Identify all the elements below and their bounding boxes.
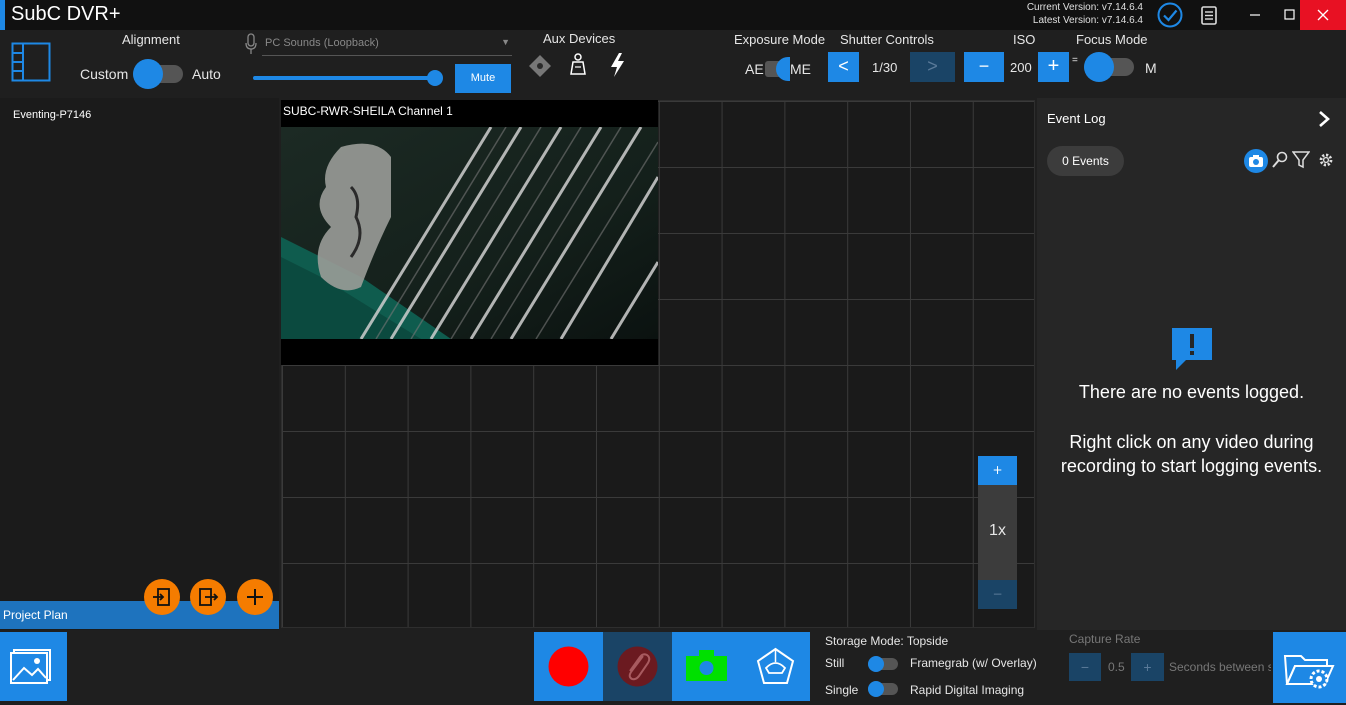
shutter-next-button[interactable]: > <box>910 52 955 82</box>
project-list-item[interactable]: Eventing-P7146 <box>13 109 91 121</box>
capture-rate-minus-button[interactable]: − <box>1069 653 1101 681</box>
event-count-text: 0 Events <box>1062 154 1109 168</box>
alignment-custom-label: Custom <box>80 66 129 82</box>
lamp-icon[interactable] <box>569 52 587 83</box>
app-title: SubC DVR+ <box>11 3 121 25</box>
check-circle-icon[interactable] <box>1157 2 1183 28</box>
capture-rate-value: 0.5 <box>1108 660 1125 674</box>
exposure-me-label: ME <box>790 61 811 77</box>
filter-icon[interactable] <box>1291 150 1311 175</box>
event-log-title: Event Log <box>1047 111 1106 126</box>
camera-filter-icon[interactable] <box>1244 149 1268 173</box>
focus-manual-label: M <box>1145 60 1157 76</box>
storage-settings-button[interactable] <box>1273 632 1346 703</box>
search-icon[interactable] <box>1271 150 1289 175</box>
alignment-label: Alignment <box>122 32 180 47</box>
record-button[interactable] <box>534 632 603 701</box>
alignment-toggle[interactable] <box>133 59 183 89</box>
focus-mode-label: Focus Mode <box>1076 32 1148 47</box>
single-mode-toggle[interactable] <box>868 681 898 697</box>
snapshot-button[interactable] <box>672 632 741 701</box>
microphone-icon <box>244 33 258 60</box>
bottom-bar: Storage Mode: Topside Still Framegrab (w… <box>0 630 1346 705</box>
capture-rate-unit: Seconds between s <box>1169 660 1271 674</box>
empty-state-hint-line2: recording to start logging events. <box>1060 456 1323 476</box>
storage-mode-label: Storage Mode: Topside <box>825 634 949 648</box>
video-tile[interactable]: SUBC-RWR-SHEILA Channel 1 <box>281 100 658 365</box>
chevron-right-icon[interactable] <box>1316 109 1332 134</box>
paperclip-icon <box>617 646 658 687</box>
chevron-down-icon: ▼ <box>501 37 510 47</box>
folder-settings-icon <box>1283 655 1335 689</box>
audio-source-select[interactable]: PC Sounds (Loopback) ▼ <box>262 32 512 56</box>
audio-source-value: PC Sounds (Loopback) <box>265 37 379 49</box>
event-log-panel: Event Log 0 Events There are no events l… <box>1037 98 1346 630</box>
zoom-out-button[interactable]: − <box>978 580 1017 609</box>
latest-version: Latest Version: v7.14.6.4 <box>1032 15 1143 26</box>
attach-button[interactable] <box>603 632 672 701</box>
focus-auto-label: = <box>1072 55 1078 66</box>
shutter-value: 1/30 <box>872 60 898 75</box>
gallery-button[interactable] <box>0 632 67 701</box>
iso-plus-button[interactable]: + <box>1038 52 1069 82</box>
single-option: Rapid Digital Imaging <box>910 683 1025 697</box>
video-channel-title: SUBC-RWR-SHEILA Channel 1 <box>283 104 453 118</box>
still-mode-toggle[interactable] <box>868 656 898 672</box>
plus-icon <box>247 589 263 605</box>
book-icon[interactable] <box>1196 2 1222 28</box>
add-button[interactable] <box>237 579 273 615</box>
capture-rate-label: Capture Rate <box>1069 632 1141 646</box>
event-count-badge: 0 Events <box>1047 146 1124 176</box>
volume-slider[interactable] <box>253 70 444 86</box>
photogrammetry-button[interactable] <box>741 632 810 701</box>
iso-minus-button[interactable]: − <box>964 52 1004 82</box>
aux-devices-label: Aux Devices <box>543 31 616 46</box>
shutter-prev-button[interactable]: < <box>828 52 859 82</box>
volume-slider-thumb[interactable] <box>427 70 444 86</box>
photogrammetry-icon <box>756 647 795 684</box>
project-plan-label: Project Plan <box>3 608 68 622</box>
title-accent <box>0 0 5 30</box>
close-button[interactable] <box>1300 0 1346 30</box>
export-icon <box>199 588 219 606</box>
current-version: Current Version: v7.14.6.4 <box>1026 2 1143 13</box>
gallery-icon <box>10 649 51 684</box>
shutter-controls-label: Shutter Controls <box>840 32 934 47</box>
zoom-in-button[interactable]: + <box>978 456 1017 485</box>
video-feed[interactable] <box>281 127 658 339</box>
empty-state-title: There are no events logged. <box>1078 382 1305 402</box>
alignment-auto-label: Auto <box>192 66 221 82</box>
import-button[interactable] <box>144 579 180 615</box>
toolbar: Alignment Custom Auto PC Sounds (Loopbac… <box>0 30 1346 98</box>
project-panel: Eventing-P7146 <box>0 98 279 630</box>
layout-icon[interactable] <box>11 42 51 87</box>
focus-mode-toggle[interactable] <box>1084 52 1134 82</box>
empty-state-hint-line1: Right click on any video during <box>1069 432 1314 452</box>
mute-button[interactable]: Mute <box>455 64 511 93</box>
record-icon <box>548 646 589 687</box>
export-button[interactable] <box>190 579 226 615</box>
iso-label: ISO <box>1013 32 1036 47</box>
gear-icon[interactable] <box>1317 150 1335 175</box>
zoom-level: 1x <box>989 522 1006 539</box>
exposure-toggle[interactable] <box>765 57 790 81</box>
still-label: Still <box>825 656 845 670</box>
version-info: Current Version: v7.14.6.4 Latest Versio… <box>1027 1 1143 27</box>
pan-tilt-icon[interactable] <box>528 54 552 83</box>
title-bar: SubC DVR+ Current Version: v7.14.6.4 Lat… <box>0 0 1346 30</box>
iso-value: 200 <box>1010 60 1032 75</box>
alert-message-icon <box>1170 326 1214 377</box>
lightning-icon[interactable] <box>608 52 626 83</box>
camera-icon <box>686 650 727 681</box>
single-label: Single <box>825 683 859 697</box>
import-icon <box>153 588 170 606</box>
zoom-control: + 1x − <box>978 456 1017 609</box>
exposure-mode-label: Exposure Mode <box>734 32 826 47</box>
still-option: Framegrab (w/ Overlay) <box>910 656 1037 670</box>
capture-rate-plus-button[interactable]: + <box>1131 653 1164 681</box>
exposure-ae-label: AE <box>745 61 764 77</box>
